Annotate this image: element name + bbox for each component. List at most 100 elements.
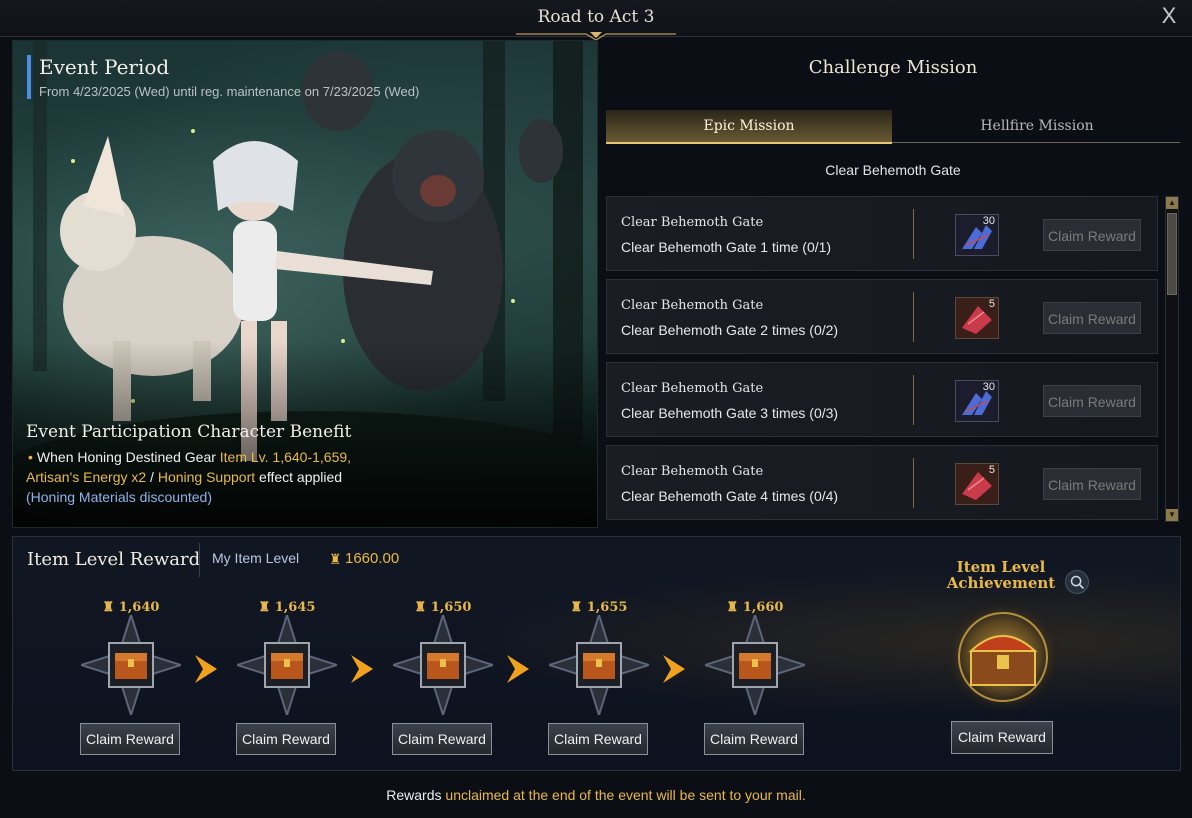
reward-tier: ♜ 1,640 Claim Reward	[71, 589, 191, 759]
tier-level: ♜ 1,655	[539, 600, 659, 615]
mission-scrollbar[interactable]: ▲ ▼	[1165, 196, 1179, 522]
claim-reward-button[interactable]: Claim Reward	[1043, 302, 1141, 334]
mission-description: Clear Behemoth Gate 1 time (0/1)	[621, 239, 832, 255]
reward-count: 5	[988, 464, 995, 476]
tab-hellfire-mission[interactable]: Hellfire Mission	[894, 110, 1180, 142]
item-level-icon: ♜	[570, 600, 587, 615]
challenge-title: Challenge Mission	[808, 57, 978, 78]
event-period-accent	[27, 55, 31, 99]
scroll-down-icon[interactable]: ▼	[1166, 509, 1178, 521]
divider	[913, 458, 914, 508]
tier-level: ♜ 1,645	[227, 600, 347, 615]
mission-description: Clear Behemoth Gate 2 times (0/2)	[621, 322, 839, 338]
mission-description: Clear Behemoth Gate 3 times (0/3)	[621, 405, 839, 421]
item-level-icon: ♜	[726, 600, 743, 615]
event-banner: Event Period From 4/23/2025 (Wed) until …	[12, 40, 598, 528]
chest-icon[interactable]	[81, 615, 181, 715]
mission-row: Clear Behemoth Gate Clear Behemoth Gate …	[606, 279, 1158, 354]
tier-level-value: 1,660	[742, 600, 784, 615]
achievement-claim-reward-button[interactable]: Claim Reward	[951, 721, 1053, 754]
benefit-prefix: When Honing Destined Gear	[36, 449, 220, 465]
footer-note: Rewards unclaimed at the end of the even…	[0, 787, 1192, 803]
tier-level: ♜ 1,660	[695, 600, 815, 615]
item-level-icon: ♜	[102, 600, 119, 615]
title-bar: Road to Act 3 X	[0, 0, 1192, 41]
mission-title: Clear Behemoth Gate	[621, 381, 764, 396]
reward-count: 5	[988, 298, 995, 310]
footer-prefix: Rewards	[386, 787, 446, 803]
arrow-right-icon	[351, 655, 373, 683]
scroll-thumb[interactable]	[1167, 213, 1177, 295]
tier-level-value: 1,650	[430, 600, 472, 615]
reward-count: 30	[982, 215, 995, 227]
tab-epic-mission[interactable]: Epic Mission	[606, 110, 892, 144]
benefit-energy: Artisan's Energy x2	[26, 469, 147, 485]
blue-crystal-icon[interactable]: 30	[955, 214, 999, 256]
claim-reward-button[interactable]: Claim Reward	[1043, 468, 1141, 500]
tier-level-value: 1,645	[274, 600, 316, 615]
arrow-right-icon	[663, 655, 685, 683]
bullet-icon: •	[28, 449, 33, 465]
item-level-icon: ♜	[329, 551, 342, 567]
mission-row: Clear Behemoth Gate Clear Behemoth Gate …	[606, 445, 1158, 520]
item-level-reward-title: Item Level Reward	[27, 549, 201, 570]
divider	[913, 292, 914, 342]
scroll-up-icon[interactable]: ▲	[1166, 197, 1178, 209]
tier-level: ♜ 1,640	[71, 600, 191, 615]
reward-tier: ♜ 1,650 Claim Reward	[383, 589, 503, 759]
claim-reward-button[interactable]: Claim Reward	[392, 723, 492, 755]
reward-tier: ♜ 1,645 Claim Reward	[227, 589, 347, 759]
claim-reward-button[interactable]: Claim Reward	[548, 723, 648, 755]
tier-level: ♜ 1,650	[383, 600, 503, 615]
divider	[913, 375, 914, 425]
my-item-level-label: My Item Level	[212, 550, 300, 566]
benefit-description: • When Honing Destined Gear Item Lv. 1,64…	[26, 447, 496, 507]
benefit-item-level: Item Lv. 1,640-1,659,	[219, 449, 352, 465]
mission-description: Clear Behemoth Gate 4 times (0/4)	[621, 488, 839, 504]
tier-level-value: 1,655	[586, 600, 628, 615]
claim-reward-button[interactable]: Claim Reward	[704, 723, 804, 755]
challenge-mission-panel: Challenge Mission Epic Mission Hellfire …	[605, 44, 1181, 526]
chest-icon[interactable]	[705, 615, 805, 715]
event-period-dates: From 4/23/2025 (Wed) until reg. maintena…	[39, 84, 420, 99]
arrow-right-icon	[195, 655, 217, 683]
footer-highlight: unclaimed at the end of the event will b…	[445, 787, 806, 803]
claim-reward-button[interactable]: Claim Reward	[80, 723, 180, 755]
event-period-title: Event Period	[39, 55, 170, 79]
red-crystal-icon[interactable]: 5	[955, 463, 999, 505]
treasure-chest-icon[interactable]	[933, 597, 1073, 717]
claim-reward-button[interactable]: Claim Reward	[1043, 219, 1141, 251]
blue-crystal-icon[interactable]: 30	[955, 380, 999, 422]
my-item-level-value: 1660.00	[345, 550, 400, 567]
reward-count: 30	[982, 381, 995, 393]
mission-title: Clear Behemoth Gate	[621, 215, 764, 230]
mission-row: Clear Behemoth Gate Clear Behemoth Gate …	[606, 362, 1158, 437]
mission-title: Clear Behemoth Gate	[621, 298, 764, 313]
chest-icon[interactable]	[549, 615, 649, 715]
mission-title: Clear Behemoth Gate	[621, 464, 764, 479]
benefit-slash: /	[146, 469, 158, 485]
magnifier-icon[interactable]	[1065, 570, 1089, 594]
item-level-reward-panel: Item Level Reward My Item Level ♜ 1660.0…	[12, 536, 1181, 771]
divider	[913, 209, 914, 259]
reward-tier: ♜ 1,660 Claim Reward	[695, 589, 815, 759]
chest-icon[interactable]	[393, 615, 493, 715]
reward-tier: ♜ 1,655 Claim Reward	[539, 589, 659, 759]
achievement-title: Item Level Achievement	[946, 558, 1056, 592]
claim-reward-button[interactable]: Claim Reward	[236, 723, 336, 755]
chest-icon[interactable]	[237, 615, 337, 715]
window-title: Road to Act 3	[537, 7, 655, 27]
mission-row: Clear Behemoth Gate Clear Behemoth Gate …	[606, 196, 1158, 271]
benefit-suffix: effect applied	[255, 469, 343, 485]
benefit-note: (Honing Materials discounted)	[26, 489, 212, 505]
claim-reward-button[interactable]: Claim Reward	[1043, 385, 1141, 417]
tier-level-value: 1,640	[118, 600, 160, 615]
close-button[interactable]: X	[1158, 5, 1180, 27]
divider	[199, 543, 200, 577]
red-crystal-icon[interactable]: 5	[955, 297, 999, 339]
arrow-right-icon	[507, 655, 529, 683]
item-level-icon: ♜	[414, 600, 431, 615]
benefit-support: Honing Support	[157, 469, 256, 485]
mission-group-heading: Clear Behemoth Gate	[825, 162, 961, 178]
benefit-title: Event Participation Character Benefit	[26, 422, 352, 442]
